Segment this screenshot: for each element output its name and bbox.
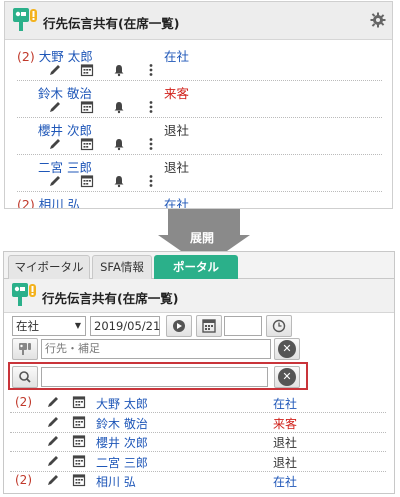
presence-status: 退社 — [273, 436, 298, 450]
tab-my-portal[interactable]: マイポータル — [8, 255, 90, 279]
note-input[interactable]: 行先・補足 — [41, 339, 271, 359]
expand-label: 展開 — [189, 231, 214, 245]
person-name-link[interactable]: 相川 弘 — [39, 197, 80, 208]
pencil-icon[interactable] — [46, 473, 60, 487]
list-item-name[interactable]: (2) 相川 弘 — [17, 194, 80, 209]
search-button[interactable] — [12, 366, 38, 388]
presence-status: 退社 — [273, 456, 298, 470]
more-vertical-icon[interactable] — [144, 100, 158, 114]
row-divider — [10, 432, 386, 433]
tab-portal[interactable]: ポータル — [154, 255, 238, 279]
message-count: (2) — [15, 395, 32, 409]
pencil-icon[interactable] — [48, 137, 62, 151]
bell-icon[interactable] — [112, 174, 126, 188]
message-count: (2) — [17, 49, 35, 64]
status-select[interactable]: 在社 ▼ — [12, 316, 86, 336]
bell-icon[interactable] — [112, 63, 126, 77]
top-panel-title: 行先伝言共有(在席一覧) — [43, 16, 180, 31]
calendar-icon[interactable] — [72, 454, 86, 468]
person-name-link[interactable]: 大野 太郎 — [39, 49, 93, 64]
person-name-link[interactable]: 二宮 三郎 — [96, 454, 148, 471]
time-picker-button[interactable] — [266, 315, 292, 337]
close-icon: ✕ — [278, 340, 296, 358]
clock-icon — [272, 319, 286, 333]
message-share-app-icon — [13, 8, 37, 31]
message-board-icon — [19, 343, 31, 355]
presence-status: 退社 — [164, 160, 190, 175]
row-divider — [17, 117, 382, 118]
presence-status: 来客 — [164, 86, 190, 101]
bottom-panel-title: 行先伝言共有(在席一覧) — [42, 291, 179, 306]
row-divider — [10, 412, 386, 413]
pencil-icon[interactable] — [46, 454, 60, 468]
calendar-icon[interactable] — [72, 434, 86, 448]
calendar-icon[interactable] — [80, 63, 94, 77]
message-share-app-icon — [12, 283, 36, 306]
calendar-icon[interactable] — [80, 137, 94, 151]
calendar-icon[interactable] — [72, 395, 86, 409]
message-count: (2) — [17, 197, 35, 209]
play-circle-icon — [173, 320, 185, 332]
bell-icon[interactable] — [112, 137, 126, 151]
calendar-icon — [202, 319, 216, 333]
presence-status[interactable]: 在社 — [273, 395, 297, 412]
pencil-icon[interactable] — [48, 174, 62, 188]
close-icon: ✕ — [278, 368, 296, 386]
top-panel-header: 行先伝言共有(在席一覧) — [5, 2, 392, 40]
pencil-icon[interactable] — [48, 63, 62, 77]
row-divider — [17, 191, 382, 192]
bell-icon[interactable] — [112, 100, 126, 114]
more-vertical-icon[interactable] — [144, 174, 158, 188]
person-name-link[interactable]: 鈴木 敬治 — [38, 86, 92, 101]
presence-status[interactable]: 在社 — [164, 194, 189, 208]
pencil-icon[interactable] — [46, 434, 60, 448]
tab-sfa-info[interactable]: SFA情報 — [92, 255, 152, 279]
person-name-link[interactable]: 大野 太郎 — [96, 395, 148, 412]
calendar-button[interactable] — [196, 315, 222, 337]
date-input[interactable]: 2019/05/21 — [90, 316, 160, 336]
pencil-icon[interactable] — [48, 100, 62, 114]
calendar-icon[interactable] — [72, 415, 86, 429]
clear-search-button[interactable]: ✕ — [274, 366, 300, 388]
row-divider — [10, 471, 386, 472]
note-row: 行先・補足 — [12, 338, 272, 360]
search-input[interactable] — [41, 367, 268, 387]
pencil-icon[interactable] — [46, 395, 60, 409]
person-name-link[interactable]: 櫻井 次郎 — [38, 123, 92, 138]
calendar-icon[interactable] — [80, 100, 94, 114]
more-vertical-icon[interactable] — [144, 137, 158, 151]
presence-status[interactable]: 在社 — [164, 46, 189, 65]
portal-tab-bar: マイポータル SFA情報 ポータル — [4, 252, 394, 279]
top-widget-panel: 行先伝言共有(在席一覧) (2) 大野 太郎 在社 鈴木 敬治 来客 櫻井 次郎 退社 二宮 … — [4, 1, 393, 209]
presence-status: 来客 — [273, 417, 298, 431]
time-input[interactable] — [224, 316, 262, 336]
search-icon — [19, 371, 31, 383]
person-name-link[interactable]: 相川 弘 — [96, 473, 136, 490]
pencil-icon[interactable] — [46, 415, 60, 429]
more-vertical-icon[interactable] — [144, 63, 158, 77]
gear-icon[interactable] — [370, 12, 386, 28]
status-select-value: 在社 — [16, 319, 39, 333]
presence-status: 退社 — [164, 123, 190, 138]
person-name-link[interactable]: 鈴木 敬治 — [96, 415, 148, 432]
message-button[interactable] — [12, 338, 38, 360]
calendar-icon[interactable] — [80, 174, 94, 188]
row-divider — [10, 451, 386, 452]
chevron-down-icon: ▼ — [74, 321, 81, 330]
person-name-link[interactable]: 二宮 三郎 — [38, 160, 92, 175]
clear-note-button[interactable]: ✕ — [274, 338, 300, 360]
bottom-portal-panel: マイポータル SFA情報 ポータル 行先伝言共有(在席一覧) 在社 ▼ 2019… — [3, 251, 395, 494]
calendar-icon[interactable] — [72, 473, 86, 487]
person-name-link[interactable]: 櫻井 次郎 — [96, 434, 148, 451]
row-divider — [17, 154, 382, 155]
message-count: (2) — [15, 473, 32, 487]
presence-status[interactable]: 在社 — [273, 473, 297, 490]
next-date-button[interactable] — [166, 315, 192, 337]
bottom-panel-header: 行先伝言共有(在席一覧) — [4, 279, 394, 313]
row-divider — [17, 80, 382, 81]
